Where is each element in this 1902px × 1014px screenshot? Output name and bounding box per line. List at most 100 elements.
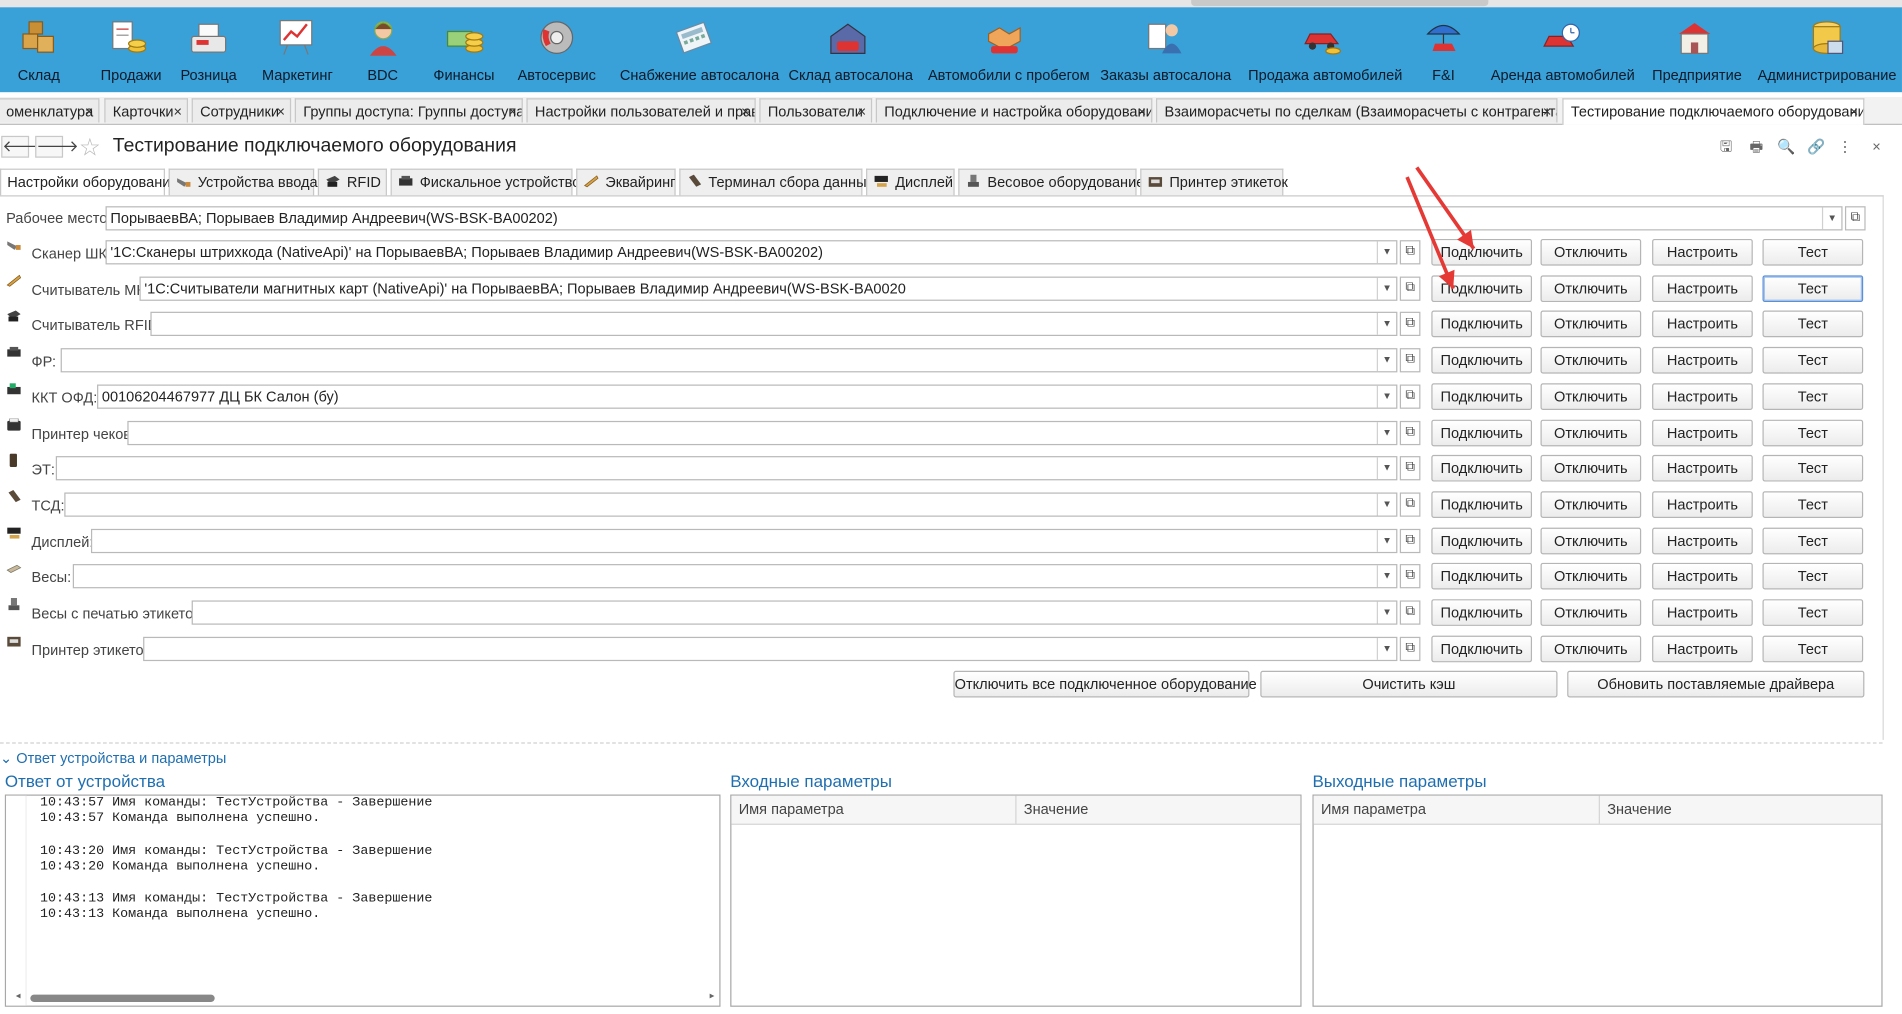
- connect-button[interactable]: Подключить: [1431, 383, 1533, 410]
- configure-button[interactable]: Настроить: [1652, 274, 1753, 302]
- connect-button[interactable]: Подключить: [1431, 419, 1533, 446]
- scroll-left-icon[interactable]: ◂: [16, 990, 21, 1001]
- test-button[interactable]: Тест: [1762, 527, 1864, 554]
- open-tab-5[interactable]: Настройки пользователей и прав ×: [526, 98, 756, 123]
- close-tab-icon[interactable]: ×: [1138, 99, 1147, 122]
- connect-button[interactable]: Подключить: [1431, 635, 1533, 662]
- close-tab-icon[interactable]: ×: [741, 99, 750, 122]
- open-value-icon[interactable]: ⧉: [1399, 240, 1421, 265]
- save-icon[interactable]: 🖫: [1718, 138, 1735, 155]
- back-button[interactable]: 🡐: [1, 135, 45, 158]
- open-value-icon[interactable]: ⧉: [1399, 528, 1421, 553]
- configure-button[interactable]: Настроить: [1652, 238, 1753, 266]
- device-field-11[interactable]: ▼: [191, 600, 1398, 625]
- device-field-9[interactable]: ▼: [90, 528, 1398, 553]
- device-field-10[interactable]: ▼: [72, 564, 1398, 589]
- configure-button[interactable]: Настроить: [1652, 383, 1753, 410]
- configure-button[interactable]: Настроить: [1652, 635, 1753, 662]
- scroll-right-icon[interactable]: ▸: [710, 990, 715, 1001]
- open-tab-8[interactable]: Взаиморасчеты по сделкам (Взаиморасчеты …: [1155, 98, 1558, 123]
- log-horizontal-scrollbar[interactable]: ◂ ▸: [11, 990, 715, 1003]
- disconnect-button[interactable]: Отключить: [1540, 527, 1642, 554]
- test-button[interactable]: Тест: [1762, 455, 1864, 482]
- chevron-down-icon[interactable]: ▼: [1376, 349, 1396, 372]
- test-button[interactable]: Тест: [1762, 311, 1864, 338]
- configure-button[interactable]: Настроить: [1652, 491, 1753, 518]
- settings-tab-9[interactable]: Принтер этикеток: [1140, 168, 1288, 196]
- section-car-clock[interactable]: Аренда автомобилей: [1491, 7, 1635, 92]
- section-building[interactable]: Предприятие: [1652, 7, 1742, 92]
- settings-tab-4[interactable]: Фискальное устройство: [390, 168, 580, 196]
- link-icon[interactable]: 🔗: [1807, 138, 1825, 155]
- disconnect-button[interactable]: Отключить: [1540, 383, 1642, 410]
- chevron-down-icon[interactable]: ▼: [1376, 277, 1396, 300]
- forward-button[interactable]: 🡒: [35, 135, 79, 158]
- settings-tab-1[interactable]: Настройки оборудования: [0, 168, 178, 196]
- disconnect-button[interactable]: Отключить: [1540, 274, 1642, 302]
- section-garage-car[interactable]: Склад автосалона: [788, 7, 913, 92]
- open-tab-7[interactable]: Подключение и настройка оборудования ×: [875, 98, 1153, 123]
- disconnect-button[interactable]: Отключить: [1540, 347, 1642, 374]
- connect-button[interactable]: Подключить: [1431, 455, 1533, 482]
- connect-button[interactable]: Подключить: [1431, 238, 1533, 266]
- device-field-5[interactable]: 00106204467977 ДЦ БК Салон (бу) ▼: [97, 384, 1398, 409]
- open-value-icon[interactable]: ⧉: [1399, 384, 1421, 409]
- test-button[interactable]: Тест: [1762, 238, 1864, 266]
- connect-button[interactable]: Подключить: [1431, 347, 1533, 374]
- open-value-icon[interactable]: ⧉: [1399, 420, 1421, 445]
- open-tab-1[interactable]: оменклатура ×: [0, 98, 100, 123]
- device-field-6[interactable]: ▼: [127, 420, 1398, 445]
- disconnect-button[interactable]: Отключить: [1540, 455, 1642, 482]
- disconnect-button[interactable]: Отключить: [1540, 311, 1642, 338]
- open-tab-6[interactable]: Пользователи ×: [759, 98, 873, 123]
- open-tab-4[interactable]: Группы доступа: Группы доступа ×: [294, 98, 523, 123]
- open-value-icon[interactable]: ⧉: [1844, 206, 1866, 231]
- scroll-thumb[interactable]: [30, 994, 215, 1002]
- configure-button[interactable]: Настроить: [1652, 599, 1753, 626]
- chevron-down-icon[interactable]: ▼: [1376, 565, 1396, 588]
- favorite-star-icon[interactable]: ☆: [79, 132, 101, 162]
- connect-button[interactable]: Подключить: [1431, 599, 1533, 626]
- device-field-4[interactable]: ▼: [60, 348, 1398, 373]
- more-icon[interactable]: ⋮: [1836, 138, 1853, 155]
- section-marketing-chart[interactable]: Маркетинг: [262, 7, 333, 92]
- print-icon[interactable]: 🖶: [1748, 138, 1765, 155]
- section-database-server[interactable]: Администрирование: [1758, 7, 1896, 92]
- close-tab-icon[interactable]: ×: [173, 99, 182, 122]
- input-params-table[interactable]: Имя параметра Значение: [730, 794, 1302, 1007]
- chevron-down-icon[interactable]: ▼: [1376, 493, 1396, 516]
- disconnect-button[interactable]: Отключить: [1540, 238, 1642, 266]
- column-param-name[interactable]: Имя параметра: [731, 796, 1015, 824]
- settings-tab-5[interactable]: Эквайринг: [576, 168, 676, 196]
- settings-tab-8[interactable]: Весовое оборудование: [958, 168, 1144, 196]
- connect-button[interactable]: Подключить: [1431, 274, 1533, 302]
- test-button[interactable]: Тест: [1762, 491, 1864, 518]
- close-tab-icon[interactable]: ×: [85, 99, 94, 122]
- section-brake-disc[interactable]: Автосервис: [514, 7, 599, 92]
- open-value-icon[interactable]: ⧉: [1399, 348, 1421, 373]
- connect-button[interactable]: Подключить: [1431, 311, 1533, 338]
- disconnect-button[interactable]: Отключить: [1540, 599, 1642, 626]
- workplace-field[interactable]: ПорываевВА; Порываев Владимир Андреевич(…: [105, 206, 1843, 231]
- connect-button[interactable]: Подключить: [1431, 491, 1533, 518]
- close-tab-icon[interactable]: ×: [1850, 99, 1859, 123]
- chevron-down-icon[interactable]: ▼: [1376, 457, 1396, 480]
- connect-button[interactable]: Подключить: [1431, 563, 1533, 590]
- response-group-toggle[interactable]: ⌄ Ответ устройства и параметры: [0, 750, 226, 767]
- clear-cache-button[interactable]: Очистить кэш: [1260, 670, 1558, 698]
- section-umbrella-car[interactable]: F&I: [1412, 7, 1475, 92]
- test-button[interactable]: Тест: [1762, 635, 1864, 662]
- chevron-down-icon[interactable]: ▼: [1376, 313, 1396, 336]
- column-param-value[interactable]: Значение: [1015, 795, 1300, 824]
- section-calculator[interactable]: Снабжение автосалона: [620, 7, 779, 92]
- chevron-down-icon[interactable]: ▼: [1376, 421, 1396, 444]
- section-operator-headset[interactable]: BDC: [355, 7, 410, 92]
- section-cash-register[interactable]: Розница: [177, 7, 240, 92]
- device-field-3[interactable]: ▼: [150, 312, 1398, 337]
- close-tab-icon[interactable]: ×: [1543, 99, 1552, 122]
- update-drivers-button[interactable]: Обновить поставляемые драйвера: [1567, 670, 1865, 698]
- test-button[interactable]: Тест: [1762, 383, 1864, 410]
- column-param-value[interactable]: Значение: [1598, 795, 1882, 824]
- section-warehouse-boxes[interactable]: Склад: [10, 7, 68, 92]
- open-value-icon[interactable]: ⧉: [1399, 636, 1421, 661]
